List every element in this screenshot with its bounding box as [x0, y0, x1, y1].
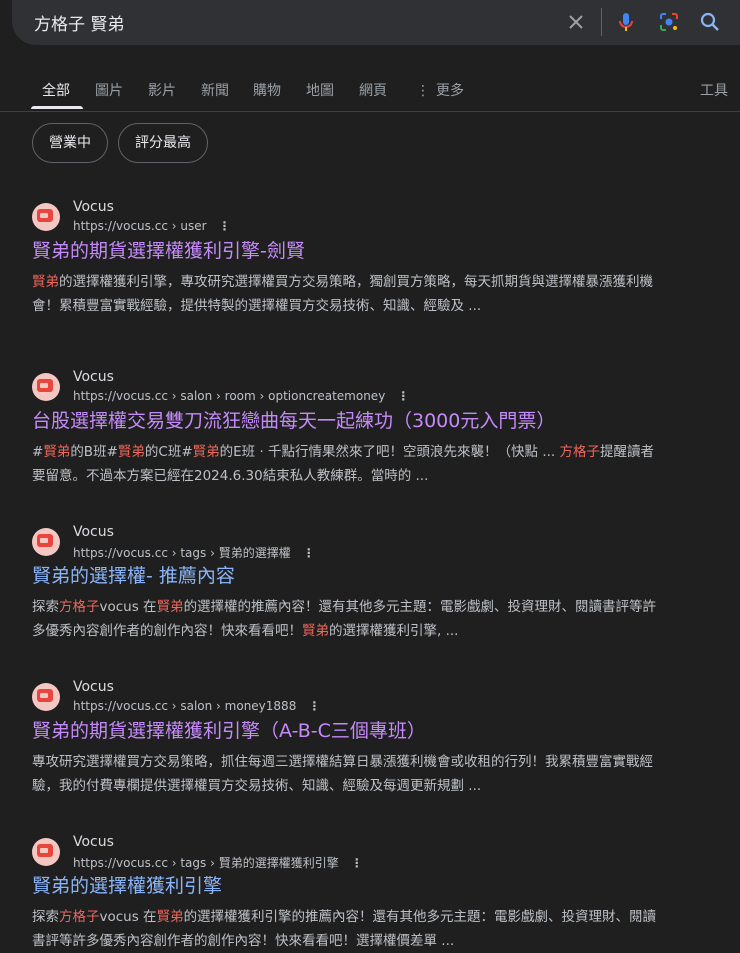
result-site-name[interactable]: Vocus — [73, 199, 114, 215]
result-site-name[interactable]: Vocus — [73, 524, 114, 540]
result-snippet: 探索方格子vocus 在賢弟的選擇權獲利引擎的推薦內容！還有其他多元主題：電影戲… — [32, 905, 662, 953]
snippet-text: 專攻研究選擇權買方交易策略，抓住每週三選擇權結算日暴漲獲利機會或收租的行列！我累… — [32, 754, 653, 794]
chip-top-rated[interactable]: 評分最高 — [118, 123, 208, 163]
result-snippet: #賢弟的B班#賢弟的C班#賢弟的E班 · 千點行情果然來了吧！空頭浪先來襲！（快… — [32, 440, 662, 488]
snippet-text: 的C班# — [144, 444, 193, 460]
search-icon[interactable] — [698, 10, 722, 34]
vocus-favicon — [32, 528, 60, 556]
tab-news[interactable]: 新聞 — [201, 80, 229, 100]
more-vert-icon: ⋮ — [416, 83, 430, 99]
tab-images[interactable]: 圖片 — [95, 80, 123, 100]
result-url[interactable]: https://vocus.cc › salon › money1888 ⋮ — [73, 699, 320, 713]
more-options-icon[interactable]: ⋮ — [397, 389, 409, 403]
snippet-highlight: 賢弟 — [302, 623, 329, 639]
snippet-text: 的B班# — [70, 444, 118, 460]
vocus-favicon — [32, 203, 60, 231]
result-snippet: 專攻研究選擇權買方交易策略，抓住每週三選擇權結算日暴漲獲利機會或收租的行列！我累… — [32, 750, 662, 798]
snippet-text: 探索 — [32, 909, 59, 925]
snippet-text: 探索 — [32, 599, 59, 615]
result-snippet: 探索方格子vocus 在賢弟的選擇權的推薦內容！還有其他多元主題：電影戲劇、投資… — [32, 595, 662, 643]
tab-all[interactable]: 全部 — [42, 80, 70, 100]
snippet-highlight: 賢弟 — [117, 444, 145, 460]
result-site-name[interactable]: Vocus — [73, 834, 114, 850]
result-url[interactable]: https://vocus.cc › salon › room › option… — [73, 389, 409, 403]
snippet-highlight: 賢弟 — [156, 599, 184, 615]
result-url[interactable]: https://vocus.cc › tags › 賢弟的選擇權 ⋮ — [73, 544, 315, 561]
search-input[interactable]: 方格子 賢弟 — [34, 10, 124, 35]
result-url-text: https://vocus.cc › tags › 賢弟的選擇權獲利引擎 — [73, 856, 339, 870]
clear-icon[interactable] — [564, 10, 588, 34]
snippet-highlight: 方格子 — [59, 909, 100, 925]
snippet-highlight: 方格子 — [559, 444, 601, 460]
tabs-divider — [0, 111, 740, 112]
result-url-text: https://vocus.cc › user — [73, 219, 207, 233]
result-site-name[interactable]: Vocus — [73, 369, 114, 385]
microphone-icon[interactable] — [614, 10, 638, 34]
more-options-icon[interactable]: ⋮ — [303, 546, 315, 560]
active-tab-indicator — [31, 106, 83, 109]
result-title[interactable]: 賢弟的選擇權獲利引擎 — [32, 871, 222, 898]
more-options-icon[interactable]: ⋮ — [308, 699, 320, 713]
result-site-name[interactable]: Vocus — [73, 679, 114, 695]
more-options-icon[interactable]: ⋮ — [219, 219, 231, 233]
snippet-text: # — [32, 444, 44, 460]
snippet-text: 的E班 · 千點行情果然來了吧！空頭浪先來襲！（快點 ... — [219, 444, 560, 460]
tab-web[interactable]: 網頁 — [359, 80, 387, 100]
vocus-favicon — [32, 683, 60, 711]
snippet-highlight: 賢弟 — [32, 274, 59, 290]
camera-lens-icon[interactable] — [657, 10, 681, 34]
search-divider — [601, 8, 602, 36]
snippet-highlight: 賢弟 — [43, 444, 71, 460]
result-url-text: https://vocus.cc › tags › 賢弟的選擇權 — [73, 546, 291, 560]
vocus-favicon — [32, 838, 60, 866]
result-title[interactable]: 賢弟的期貨選擇權獲利引擎（A-B-C三個專班） — [32, 716, 426, 743]
tab-maps[interactable]: 地圖 — [306, 80, 334, 100]
more-options-icon[interactable]: ⋮ — [351, 856, 363, 870]
snippet-highlight: 賢弟 — [192, 444, 220, 460]
snippet-highlight: 方格子 — [59, 599, 100, 615]
result-url[interactable]: https://vocus.cc › tags › 賢弟的選擇權獲利引擎 ⋮ — [73, 854, 363, 871]
chip-open-now[interactable]: 營業中 — [32, 123, 108, 163]
result-url-text: https://vocus.cc › salon › room › option… — [73, 389, 386, 403]
snippet-text: vocus 在 — [99, 599, 157, 615]
result-title[interactable]: 台股選擇權交易雙刀流狂戀曲每天一起練功（3000元入門票） — [32, 406, 555, 433]
tab-more-label: 更多 — [436, 83, 464, 99]
result-url[interactable]: https://vocus.cc › user ⋮ — [73, 219, 231, 233]
result-snippet: 賢弟的選擇權獲利引擎，專攻研究選擇權買方交易策略，獨創買方策略，每天抓期貨與選擇… — [32, 270, 662, 318]
tab-videos[interactable]: 影片 — [148, 80, 176, 100]
tab-more[interactable]: ⋮ 更多 — [416, 80, 464, 100]
tab-shopping[interactable]: 購物 — [253, 80, 281, 100]
snippet-highlight: 賢弟 — [156, 909, 184, 925]
snippet-text: vocus 在 — [99, 909, 157, 925]
vocus-favicon — [32, 373, 60, 401]
search-tabs: 全部 圖片 影片 新聞 購物 地圖 網頁 ⋮ 更多 工具 — [0, 62, 740, 112]
result-title[interactable]: 賢弟的期貨選擇權獲利引擎-劍賢 — [32, 236, 305, 263]
snippet-text: 的選擇權獲利引擎，專攻研究選擇權買方交易策略，獨創買方策略，每天抓期貨與選擇權暴… — [32, 274, 653, 314]
result-title[interactable]: 賢弟的選擇權- 推薦內容 — [32, 561, 235, 588]
result-url-text: https://vocus.cc › salon › money1888 — [73, 699, 297, 713]
search-bar[interactable]: 方格子 賢弟 — [12, 0, 740, 45]
snippet-text: 的選擇權獲利引擎, ... — [329, 623, 459, 639]
tools-button[interactable]: 工具 — [700, 80, 728, 100]
